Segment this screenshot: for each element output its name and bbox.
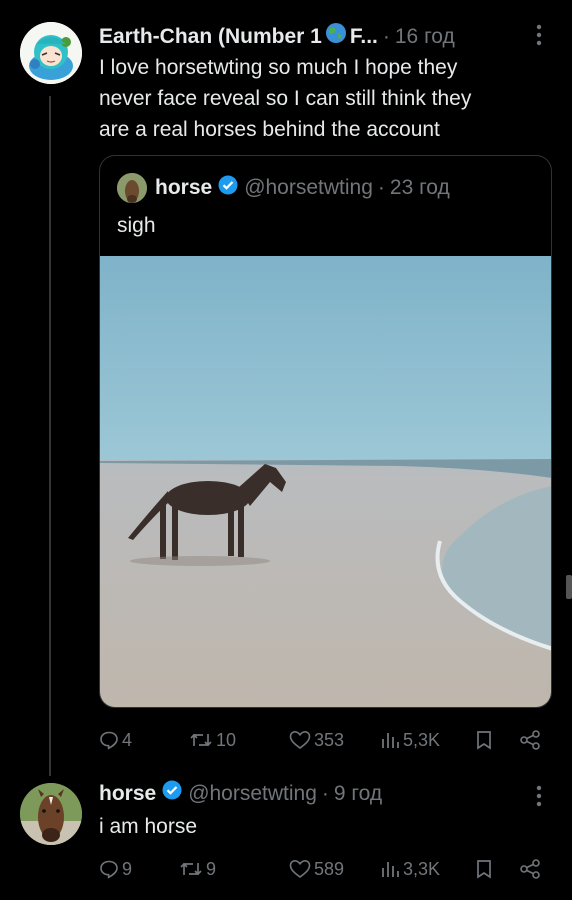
anime-avatar-image <box>20 22 82 84</box>
reply-icon <box>100 860 118 879</box>
bookmark-icon <box>477 731 491 750</box>
heart-icon <box>289 859 311 878</box>
handle[interactable]: @horsetwting <box>188 781 317 807</box>
post-time[interactable]: 16 год <box>395 24 455 50</box>
more-options-icon[interactable] <box>533 785 545 811</box>
horse-avatar-image <box>20 783 82 845</box>
repost-button[interactable]: 9 <box>179 859 216 880</box>
globe-emoji-icon <box>325 22 347 51</box>
views-button[interactable]: 3,3K <box>380 859 440 880</box>
main-post-text: i am horse <box>99 815 198 838</box>
post-text-line: are a real horses behind the account <box>99 118 440 141</box>
share-icon <box>520 730 540 750</box>
like-count: 353 <box>314 729 345 750</box>
verified-badge-icon <box>218 175 238 202</box>
post-time[interactable]: 9 год <box>334 781 382 807</box>
quote-media-image[interactable] <box>100 256 551 707</box>
verified-badge-icon <box>162 780 182 807</box>
post-text-line: never face reveal so I can still think t… <box>99 87 472 110</box>
separator-dot: · <box>321 781 329 805</box>
share-icon <box>520 859 540 879</box>
repost-count: 10 <box>216 729 237 750</box>
like-button[interactable]: 589 <box>289 859 344 880</box>
reply-button[interactable]: 9 <box>99 859 132 880</box>
reply-post-header: Earth-Chan (Number 1 F... · 16 год <box>99 22 455 51</box>
like-button[interactable]: 353 <box>289 730 344 751</box>
separator-dot: · <box>382 24 390 48</box>
thread-connector-line <box>49 96 51 776</box>
bookmark-button[interactable] <box>475 730 493 750</box>
quoted-post-card[interactable]: horse @horsetwting · 23 год sigh <box>99 155 552 708</box>
view-count: 3,3K <box>403 858 441 879</box>
quote-header: horse @horsetwting · 23 год <box>117 173 450 203</box>
like-count: 589 <box>314 858 345 879</box>
repost-count: 9 <box>206 858 217 879</box>
repost-icon <box>180 862 202 876</box>
horse-on-beach-image <box>100 256 551 707</box>
main-post-actions: 9 9 589 3,3K <box>99 856 549 882</box>
reply-post-actions: 4 10 353 5,3K <box>99 727 549 753</box>
repost-icon <box>190 733 212 747</box>
bookmark-icon <box>477 860 491 879</box>
display-name[interactable]: Earth-Chan (Number 1 <box>99 24 322 50</box>
share-button[interactable] <box>519 858 541 880</box>
separator-dot: · <box>377 176 385 199</box>
repost-button[interactable]: 10 <box>189 730 236 751</box>
post-text-line: I love horsetwting so much I hope they <box>99 56 458 79</box>
avatar[interactable] <box>20 783 82 845</box>
share-button[interactable] <box>519 729 541 751</box>
view-count: 5,3K <box>403 729 441 750</box>
reply-icon <box>100 731 118 750</box>
post-time[interactable]: 23 год <box>390 175 450 201</box>
avatar[interactable] <box>117 173 147 203</box>
bookmark-button[interactable] <box>475 859 493 879</box>
reply-post-text: I love horsetwting so much I hope they n… <box>99 52 549 145</box>
more-options-icon[interactable] <box>533 24 545 50</box>
main-post-header: horse @horsetwting · 9 год <box>99 780 382 807</box>
display-name[interactable]: horse <box>99 781 156 807</box>
display-name-truncated[interactable]: F... <box>350 24 378 50</box>
handle[interactable]: @horsetwting <box>244 175 373 201</box>
views-chart-icon <box>382 862 399 877</box>
avatar[interactable] <box>20 22 82 84</box>
reply-button[interactable]: 4 <box>99 730 132 751</box>
reply-count: 4 <box>122 729 133 750</box>
views-button[interactable]: 5,3K <box>380 730 440 751</box>
display-name[interactable]: horse <box>155 175 212 201</box>
quote-text: sigh <box>117 214 156 237</box>
reply-count: 9 <box>122 858 133 879</box>
heart-icon <box>289 730 311 749</box>
views-chart-icon <box>382 733 399 748</box>
scrollbar[interactable] <box>566 575 572 599</box>
